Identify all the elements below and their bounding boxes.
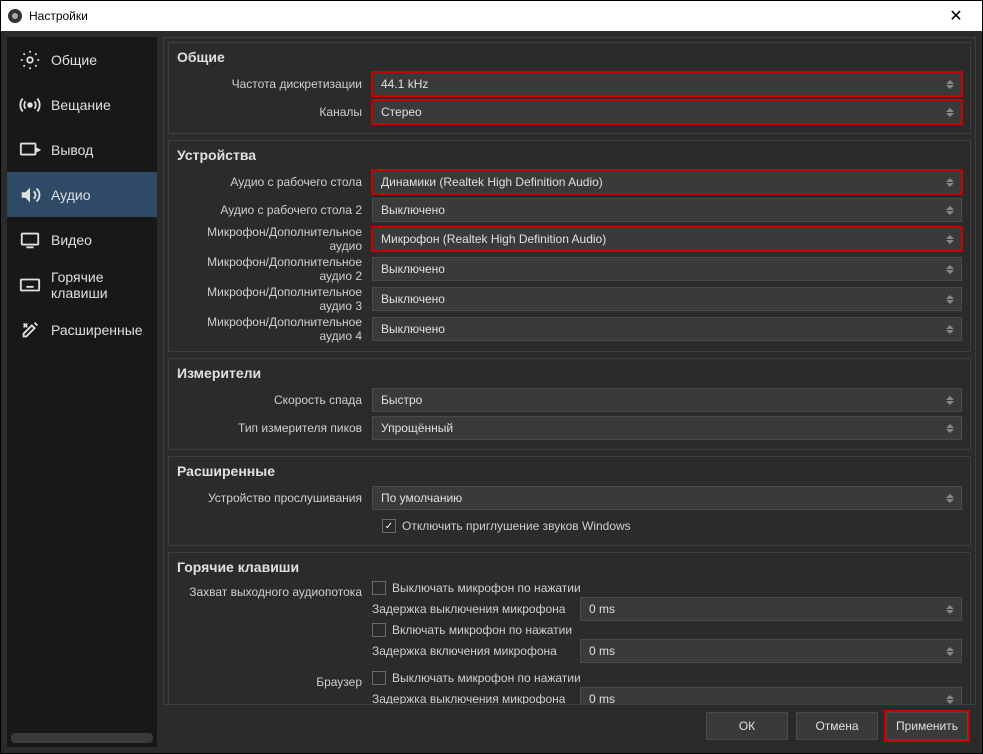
checkbox-push-to-talk[interactable] <box>372 623 386 637</box>
spin-mute-delay-2[interactable]: 0 ms <box>580 687 962 705</box>
chevron-updown-icon <box>943 489 957 507</box>
label-mute-delay: Задержка выключения микрофона <box>372 602 572 616</box>
chevron-updown-icon <box>943 391 957 409</box>
label-decay-rate: Скорость спада <box>177 393 372 407</box>
footer: ОК Отмена Применить <box>163 705 976 747</box>
combo-mic-audio-1[interactable]: Микрофон (Realtek High Definition Audio) <box>372 227 962 251</box>
label-channels: Каналы <box>177 105 372 119</box>
sidebar-item-stream[interactable]: Вещание <box>7 82 157 127</box>
label-desktop-audio-1: Аудио с рабочего стола <box>177 175 372 189</box>
app-icon <box>7 8 23 24</box>
sidebar-item-audio[interactable]: Аудио <box>7 172 157 217</box>
sidebar-item-label: Вывод <box>51 142 93 158</box>
sidebar-item-label: Вещание <box>51 97 111 113</box>
label-source-capture: Захват выходного аудиопотока <box>177 581 372 599</box>
label-mute-delay-2: Задержка выключения микрофона <box>372 692 572 705</box>
checkbox-disable-ducking-row[interactable]: Отключить приглушение звуков Windows <box>177 513 962 539</box>
chevron-updown-icon <box>943 290 957 308</box>
section-meters: Измерители Скорость спада Быстро Тип изм… <box>168 358 971 450</box>
label-sample-rate: Частота дискретизации <box>177 77 372 91</box>
sidebar-item-label: Горячие клавиши <box>51 269 157 301</box>
sidebar-item-hotkeys[interactable]: Горячие клавиши <box>7 262 157 307</box>
section-title: Общие <box>177 49 962 65</box>
combo-decay-rate[interactable]: Быстро <box>372 388 962 412</box>
spinner-icon <box>943 642 957 660</box>
spinner-icon <box>943 690 957 705</box>
spin-unmute-delay[interactable]: 0 ms <box>580 639 962 663</box>
combo-monitoring-device[interactable]: По умолчанию <box>372 486 962 510</box>
sidebar-item-label: Видео <box>51 232 92 248</box>
window-body: Общие Вещание Вывод Аудио Видео Горячие … <box>1 31 982 753</box>
keyboard-icon <box>19 274 41 296</box>
checkbox-push-to-mute-row[interactable]: Выключать микрофон по нажатии <box>372 581 962 595</box>
section-devices: Устройства Аудио с рабочего стола Динами… <box>168 140 971 352</box>
chevron-updown-icon <box>943 173 957 191</box>
label-mic-audio-2: Микрофон/Дополнительное аудио 2 <box>177 255 372 283</box>
chevron-updown-icon <box>943 230 957 248</box>
label-source-browser: Браузер <box>177 671 372 689</box>
checkbox-push-to-mute-row-2[interactable]: Выключать микрофон по нажатии <box>372 671 962 685</box>
checkbox-push-to-mute-2[interactable] <box>372 671 386 685</box>
apply-button[interactable]: Применить <box>886 712 968 740</box>
chevron-updown-icon <box>943 419 957 437</box>
sidebar-scrollbar[interactable] <box>11 733 153 743</box>
combo-peak-meter[interactable]: Упрощённый <box>372 416 962 440</box>
sidebar-item-label: Аудио <box>51 187 91 203</box>
chevron-updown-icon <box>943 201 957 219</box>
settings-window: Настройки ✕ Общие Вещание Вывод Аудио <box>0 0 983 754</box>
checkbox-push-to-mute[interactable] <box>372 581 386 595</box>
section-hotkeys: Горячие клавиши Захват выходного аудиопо… <box>168 552 971 705</box>
label-mic-audio-4: Микрофон/Дополнительное аудио 4 <box>177 315 372 343</box>
gear-icon <box>19 49 41 71</box>
output-icon <box>19 139 41 161</box>
label-desktop-audio-2: Аудио с рабочего стола 2 <box>177 203 372 217</box>
scroll-area: Общие Частота дискретизации 44.1 kHz Кан… <box>163 37 976 705</box>
close-button[interactable]: ✕ <box>936 6 976 26</box>
spinner-icon <box>943 600 957 618</box>
checkbox-disable-ducking[interactable] <box>382 519 396 533</box>
label-monitoring-device: Устройство прослушивания <box>177 491 372 505</box>
label-mic-audio-3: Микрофон/Дополнительное аудио 3 <box>177 285 372 313</box>
sidebar-item-general[interactable]: Общие <box>7 37 157 82</box>
sidebar-item-video[interactable]: Видео <box>7 217 157 262</box>
checkbox-label: Отключить приглушение звуков Windows <box>402 519 631 533</box>
ok-button[interactable]: ОК <box>706 712 788 740</box>
sidebar-item-label: Расширенные <box>51 322 143 338</box>
spin-mute-delay[interactable]: 0 ms <box>580 597 962 621</box>
combo-desktop-audio-2[interactable]: Выключено <box>372 198 962 222</box>
stream-icon <box>19 94 41 116</box>
chevron-updown-icon <box>943 75 957 93</box>
section-general: Общие Частота дискретизации 44.1 kHz Кан… <box>168 42 971 134</box>
sidebar-item-label: Общие <box>51 52 97 68</box>
chevron-updown-icon <box>943 320 957 338</box>
section-advanced: Расширенные Устройство прослушивания По … <box>168 456 971 546</box>
sidebar-item-advanced[interactable]: Расширенные <box>7 307 157 352</box>
audio-icon <box>19 184 41 206</box>
content-area: Общие Частота дискретизации 44.1 kHz Кан… <box>163 37 976 747</box>
section-title: Измерители <box>177 365 962 381</box>
video-icon <box>19 229 41 251</box>
title-bar: Настройки ✕ <box>1 1 982 31</box>
checkbox-push-to-talk-row[interactable]: Включать микрофон по нажатии <box>372 623 962 637</box>
sidebar-item-output[interactable]: Вывод <box>7 127 157 172</box>
combo-mic-audio-3[interactable]: Выключено <box>372 287 962 311</box>
section-title: Горячие клавиши <box>177 559 962 575</box>
label-peak-meter: Тип измерителя пиков <box>177 421 372 435</box>
combo-channels[interactable]: Стерео <box>372 100 962 124</box>
label-unmute-delay: Задержка включения микрофона <box>372 644 572 658</box>
tools-icon <box>19 319 41 341</box>
combo-desktop-audio-1[interactable]: Динамики (Realtek High Definition Audio) <box>372 170 962 194</box>
combo-sample-rate[interactable]: 44.1 kHz <box>372 72 962 96</box>
cancel-button[interactable]: Отмена <box>796 712 878 740</box>
label-mic-audio-1: Микрофон/Дополнительное аудио <box>177 225 372 253</box>
chevron-updown-icon <box>943 103 957 121</box>
combo-mic-audio-4[interactable]: Выключено <box>372 317 962 341</box>
chevron-updown-icon <box>943 260 957 278</box>
sidebar: Общие Вещание Вывод Аудио Видео Горячие … <box>7 37 157 747</box>
section-title: Расширенные <box>177 463 962 479</box>
window-title: Настройки <box>29 9 936 23</box>
combo-mic-audio-2[interactable]: Выключено <box>372 257 962 281</box>
section-title: Устройства <box>177 147 962 163</box>
